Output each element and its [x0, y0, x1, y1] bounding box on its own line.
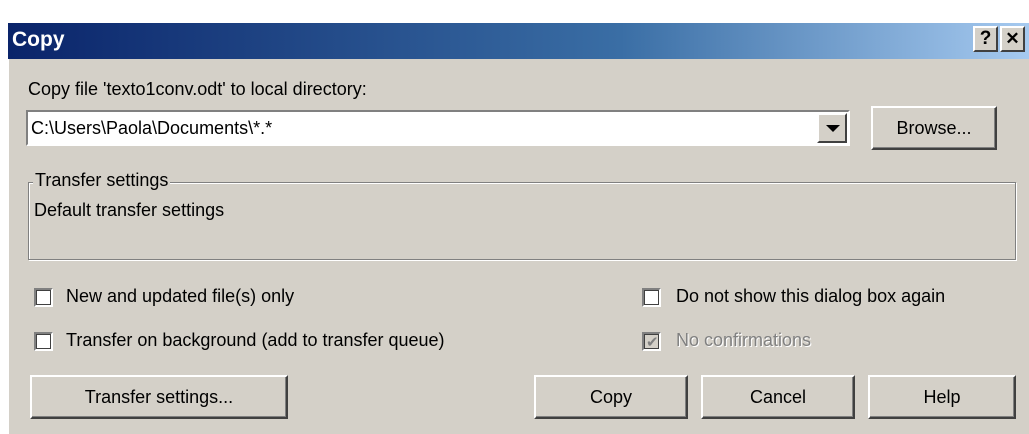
do-not-show-label[interactable]: Do not show this dialog box again: [676, 286, 945, 307]
transfer-settings-button[interactable]: Transfer settings...: [30, 375, 288, 419]
new-updated-checkbox[interactable]: [34, 288, 53, 307]
transfer-settings-group: [28, 182, 1016, 260]
destination-input[interactable]: C:\Users\Paola\Documents\*.*: [31, 118, 272, 139]
no-confirmations-checkbox: ✔: [642, 332, 661, 351]
cancel-button[interactable]: Cancel: [701, 375, 855, 419]
transfer-settings-value: Default transfer settings: [34, 200, 225, 220]
background-label[interactable]: Transfer on background (add to transfer …: [66, 330, 445, 351]
browse-button[interactable]: Browse...: [871, 106, 997, 150]
do-not-show-checkbox[interactable]: [642, 288, 661, 307]
copy-prompt-label: Copy file 'texto1conv.odt' to local dire…: [28, 79, 367, 99]
background-checkbox[interactable]: [34, 332, 53, 351]
window-title: Copy: [12, 28, 65, 51]
no-confirmations-label: No confirmations: [676, 330, 812, 350]
new-updated-label[interactable]: New and updated file(s) only: [66, 286, 294, 307]
help-icon[interactable]: ?: [973, 26, 998, 52]
help-button[interactable]: Help: [868, 375, 1016, 419]
close-icon[interactable]: ✕: [1000, 26, 1025, 52]
transfer-settings-legend: Transfer settings: [33, 170, 171, 191]
copy-button[interactable]: Copy: [534, 375, 688, 419]
chevron-down-icon[interactable]: [817, 113, 847, 143]
title-bar[interactable]: Copy ? ✕: [8, 23, 1029, 59]
check-icon: ✔: [646, 333, 659, 351]
destination-combobox[interactable]: C:\Users\Paola\Documents\*.*: [26, 110, 850, 146]
